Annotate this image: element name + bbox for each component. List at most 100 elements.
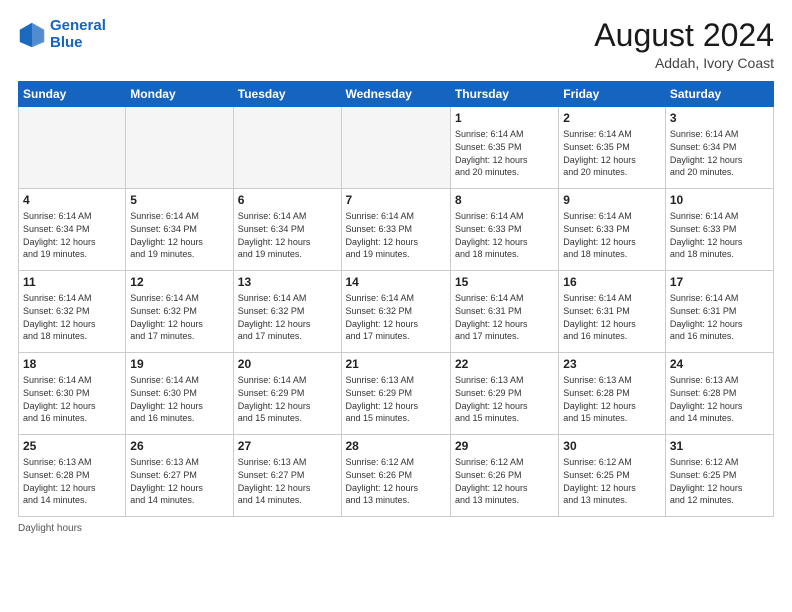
- calendar-cell: 15 Sunrise: 6:14 AMSunset: 6:31 PMDayligh…: [450, 271, 558, 353]
- day-detail: Sunrise: 6:14 AMSunset: 6:35 PMDaylight:…: [455, 128, 554, 178]
- day-detail: Sunrise: 6:13 AMSunset: 6:27 PMDaylight:…: [238, 456, 337, 506]
- day-detail: Sunrise: 6:14 AMSunset: 6:32 PMDaylight:…: [130, 292, 228, 342]
- day-number: 14: [346, 274, 446, 290]
- day-number: 17: [670, 274, 769, 290]
- calendar-cell: 13Sunrise: 6:14 AMSunset: 6:32 PMDayligh…: [233, 271, 341, 353]
- day-number: 15: [455, 274, 554, 290]
- calendar-cell: 1 Sunrise: 6:14 AMSunset: 6:35 PMDaylight…: [450, 107, 558, 189]
- calendar-cell: 5 Sunrise: 6:14 AMSunset: 6:34 PMDaylight…: [126, 189, 233, 271]
- day-detail: Sunrise: 6:14 AMSunset: 6:30 PMDaylight:…: [23, 374, 121, 424]
- logo: General Blue: [18, 18, 106, 51]
- calendar-cell: 23 Sunrise: 6:13 AMSunset: 6:28 PMDayligh…: [559, 353, 666, 435]
- calendar-cell: 16Sunrise: 6:14 AMSunset: 6:31 PMDayligh…: [559, 271, 666, 353]
- day-detail: Sunrise: 6:14 AMSunset: 6:34 PMDaylight:…: [130, 210, 228, 260]
- day-number: 5: [130, 192, 228, 208]
- header: General Blue August 2024 Addah, Ivory Co…: [18, 18, 774, 71]
- day-detail: Sunrise: 6:13 AMSunset: 6:28 PMDaylight:…: [23, 456, 121, 506]
- day-number: 21: [346, 356, 446, 372]
- day-number: 29: [455, 438, 554, 454]
- calendar-week-1: 1 Sunrise: 6:14 AMSunset: 6:35 PMDaylight…: [19, 107, 774, 189]
- calendar-header-sunday: Sunday: [19, 82, 126, 107]
- day-number: 25: [23, 438, 121, 454]
- calendar-cell: 4 Sunrise: 6:14 AMSunset: 6:34 PMDaylight…: [19, 189, 126, 271]
- day-number: 3: [670, 110, 769, 126]
- day-detail: Sunrise: 6:14 AMSunset: 6:31 PMDaylight:…: [670, 292, 769, 342]
- calendar-cell: 29 Sunrise: 6:12 AMSunset: 6:26 PMDayligh…: [450, 435, 558, 517]
- day-detail: Sunrise: 6:14 AMSunset: 6:34 PMDaylight:…: [238, 210, 337, 260]
- day-detail: Sunrise: 6:14 AMSunset: 6:33 PMDaylight:…: [563, 210, 661, 260]
- day-number: 8: [455, 192, 554, 208]
- day-number: 31: [670, 438, 769, 454]
- calendar-cell: 21 Sunrise: 6:13 AMSunset: 6:29 PMDayligh…: [341, 353, 450, 435]
- calendar-cell: 18 Sunrise: 6:14 AMSunset: 6:30 PMDayligh…: [19, 353, 126, 435]
- calendar-cell: 19Sunrise: 6:14 AMSunset: 6:30 PMDayligh…: [126, 353, 233, 435]
- calendar-header-thursday: Thursday: [450, 82, 558, 107]
- daylight-hours-label: Daylight hours: [18, 523, 82, 534]
- calendar-week-3: 11 Sunrise: 6:14 AMSunset: 6:32 PMDayligh…: [19, 271, 774, 353]
- day-number: 19: [130, 356, 228, 372]
- day-detail: Sunrise: 6:13 AMSunset: 6:28 PMDaylight:…: [670, 374, 769, 424]
- day-number: 9: [563, 192, 661, 208]
- calendar-cell: 10 Sunrise: 6:14 AMSunset: 6:33 PMDayligh…: [665, 189, 773, 271]
- calendar-week-5: 25 Sunrise: 6:13 AMSunset: 6:28 PMDayligh…: [19, 435, 774, 517]
- calendar-cell: 24 Sunrise: 6:13 AMSunset: 6:28 PMDayligh…: [665, 353, 773, 435]
- legend: Daylight hours: [18, 523, 774, 534]
- calendar-cell: [126, 107, 233, 189]
- day-number: 18: [23, 356, 121, 372]
- calendar-cell: [341, 107, 450, 189]
- calendar-cell: 17 Sunrise: 6:14 AMSunset: 6:31 PMDayligh…: [665, 271, 773, 353]
- day-detail: Sunrise: 6:14 AMSunset: 6:33 PMDaylight:…: [346, 210, 446, 260]
- calendar-cell: 25 Sunrise: 6:13 AMSunset: 6:28 PMDayligh…: [19, 435, 126, 517]
- calendar-cell: 7 Sunrise: 6:14 AMSunset: 6:33 PMDaylight…: [341, 189, 450, 271]
- day-detail: Sunrise: 6:13 AMSunset: 6:27 PMDaylight:…: [130, 456, 228, 506]
- calendar-cell: 3 Sunrise: 6:14 AMSunset: 6:34 PMDaylight…: [665, 107, 773, 189]
- day-number: 4: [23, 192, 121, 208]
- calendar-cell: 20 Sunrise: 6:14 AMSunset: 6:29 PMDayligh…: [233, 353, 341, 435]
- month-title: August 2024: [594, 18, 774, 53]
- day-detail: Sunrise: 6:14 AMSunset: 6:34 PMDaylight:…: [23, 210, 121, 260]
- day-number: 28: [346, 438, 446, 454]
- calendar-header-wednesday: Wednesday: [341, 82, 450, 107]
- calendar-cell: 26 Sunrise: 6:13 AMSunset: 6:27 PMDayligh…: [126, 435, 233, 517]
- day-detail: Sunrise: 6:13 AMSunset: 6:29 PMDaylight:…: [455, 374, 554, 424]
- day-detail: Sunrise: 6:12 AMSunset: 6:26 PMDaylight:…: [346, 456, 446, 506]
- day-number: 13: [238, 274, 337, 290]
- day-number: 24: [670, 356, 769, 372]
- day-number: 26: [130, 438, 228, 454]
- day-number: 16: [563, 274, 661, 290]
- day-detail: Sunrise: 6:14 AMSunset: 6:29 PMDaylight:…: [238, 374, 337, 424]
- day-detail: Sunrise: 6:12 AMSunset: 6:26 PMDaylight:…: [455, 456, 554, 506]
- day-detail: Sunrise: 6:14 AMSunset: 6:33 PMDaylight:…: [670, 210, 769, 260]
- day-number: 6: [238, 192, 337, 208]
- day-number: 10: [670, 192, 769, 208]
- calendar-cell: 11Sunrise: 6:14 AMSunset: 6:32 PMDayligh…: [19, 271, 126, 353]
- day-detail: Sunrise: 6:14 AMSunset: 6:32 PMDaylight:…: [346, 292, 446, 342]
- day-detail: Sunrise: 6:14 AMSunset: 6:33 PMDaylight:…: [455, 210, 554, 260]
- logo-icon: [18, 21, 46, 49]
- calendar-cell: 8 Sunrise: 6:14 AMSunset: 6:33 PMDaylight…: [450, 189, 558, 271]
- day-number: 12: [130, 274, 228, 290]
- calendar-cell: [233, 107, 341, 189]
- calendar-cell: 22Sunrise: 6:13 AMSunset: 6:29 PMDayligh…: [450, 353, 558, 435]
- calendar-header-tuesday: Tuesday: [233, 82, 341, 107]
- calendar-cell: 2Sunrise: 6:14 AMSunset: 6:35 PMDaylight…: [559, 107, 666, 189]
- calendar-header-friday: Friday: [559, 82, 666, 107]
- calendar-header-row: SundayMondayTuesdayWednesdayThursdayFrid…: [19, 82, 774, 107]
- day-detail: Sunrise: 6:14 AMSunset: 6:34 PMDaylight:…: [670, 128, 769, 178]
- day-number: 23: [563, 356, 661, 372]
- day-number: 7: [346, 192, 446, 208]
- day-number: 20: [238, 356, 337, 372]
- day-number: 27: [238, 438, 337, 454]
- day-detail: Sunrise: 6:13 AMSunset: 6:28 PMDaylight:…: [563, 374, 661, 424]
- page: General Blue August 2024 Addah, Ivory Co…: [0, 0, 792, 612]
- calendar-week-4: 18 Sunrise: 6:14 AMSunset: 6:30 PMDayligh…: [19, 353, 774, 435]
- day-number: 1: [455, 110, 554, 126]
- calendar-cell: 31Sunrise: 6:12 AMSunset: 6:25 PMDayligh…: [665, 435, 773, 517]
- day-detail: Sunrise: 6:13 AMSunset: 6:29 PMDaylight:…: [346, 374, 446, 424]
- day-number: 11: [23, 274, 121, 290]
- calendar-header-monday: Monday: [126, 82, 233, 107]
- location: Addah, Ivory Coast: [594, 55, 774, 71]
- calendar-cell: 6 Sunrise: 6:14 AMSunset: 6:34 PMDaylight…: [233, 189, 341, 271]
- day-detail: Sunrise: 6:14 AMSunset: 6:31 PMDaylight:…: [455, 292, 554, 342]
- day-detail: Sunrise: 6:12 AMSunset: 6:25 PMDaylight:…: [563, 456, 661, 506]
